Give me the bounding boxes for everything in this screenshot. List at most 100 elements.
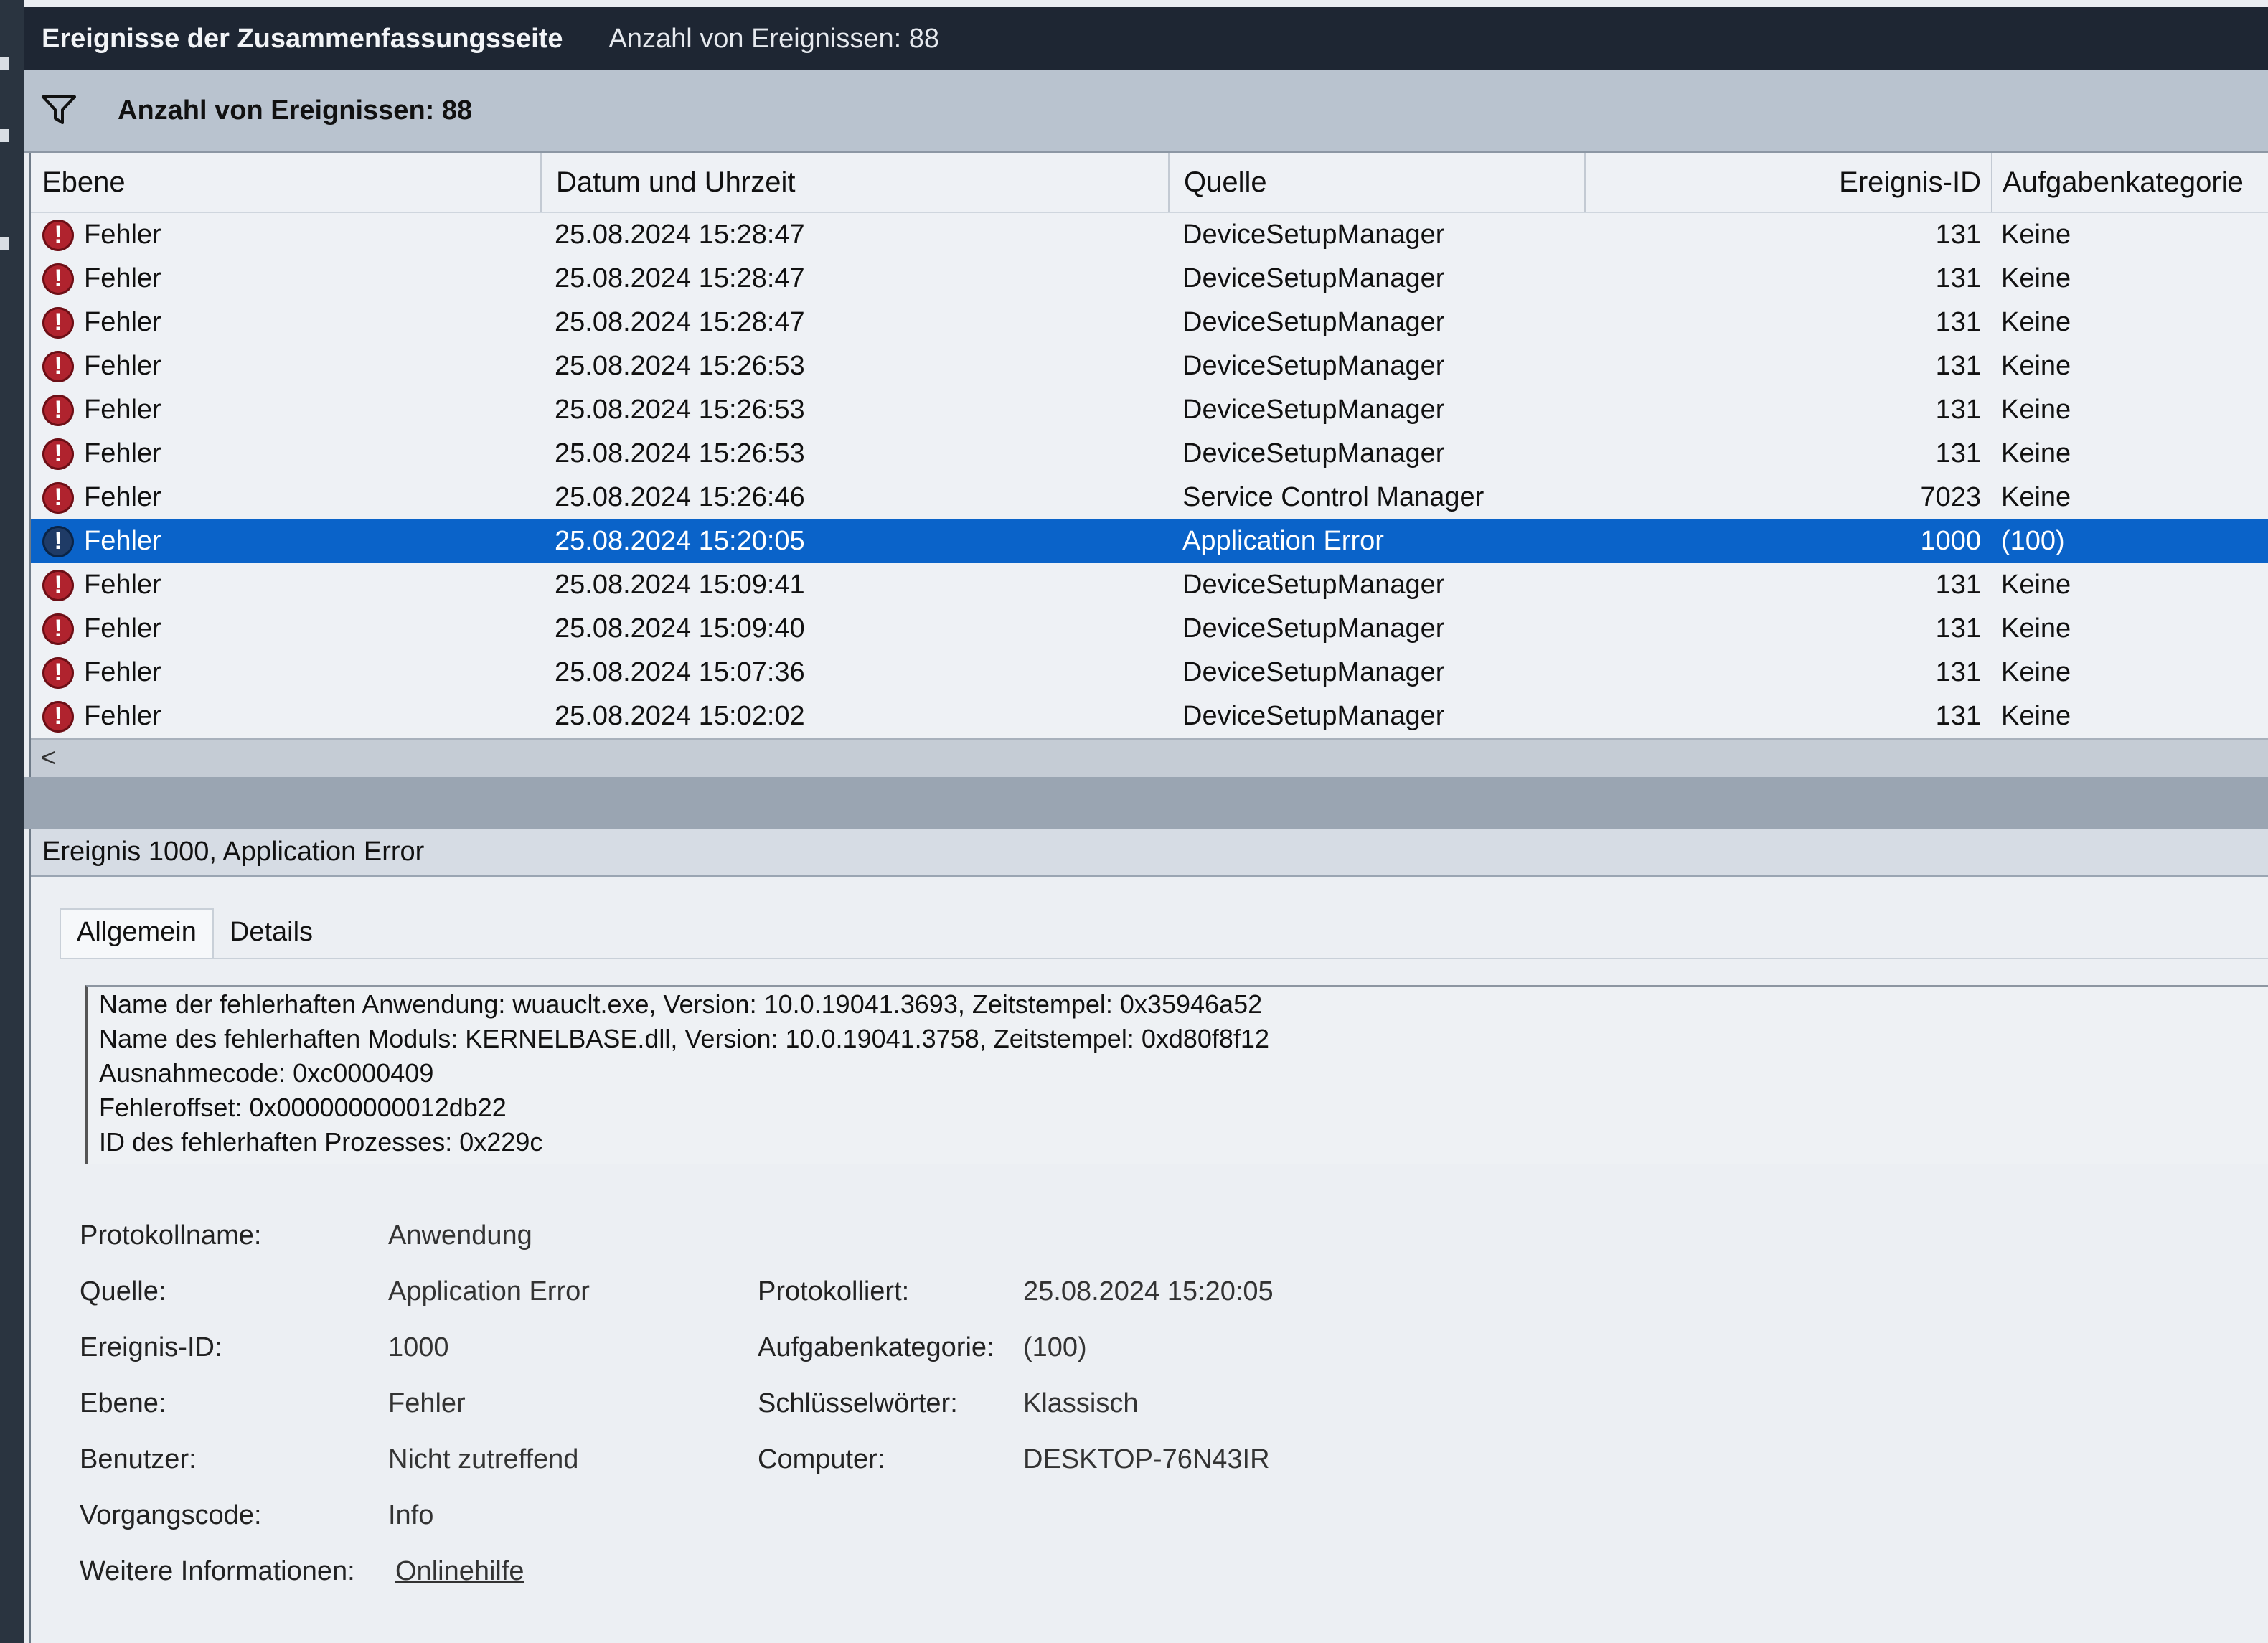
computer-value: DESKTOP-76N43IR bbox=[1023, 1444, 1270, 1474]
error-icon: ! bbox=[42, 219, 74, 251]
cell-date: 25.08.2024 15:20:05 bbox=[555, 526, 805, 556]
table-row[interactable]: ! Fehler 25.08.2024 15:02:02 DeviceSetupMan… bbox=[31, 695, 2268, 738]
event-message-box[interactable]: Name der fehlerhaften Anwendung: wuauclt… bbox=[85, 985, 2268, 1164]
message-line: Name des fehlerhaften Moduls: KERNELBASE… bbox=[99, 1024, 1269, 1053]
cell-task-category: Keine bbox=[2001, 220, 2071, 250]
table-row[interactable]: ! Fehler 25.08.2024 15:26:53 DeviceSetupMan… bbox=[31, 388, 2268, 432]
cell-level: ! Fehler bbox=[42, 563, 161, 607]
quelle-label: Quelle: bbox=[80, 1276, 166, 1307]
level-text: Fehler bbox=[84, 220, 161, 250]
window-event-count: Anzahl von Ereignissen: 88 bbox=[608, 23, 940, 54]
tab-details[interactable]: Details bbox=[214, 910, 329, 958]
cell-event-id: 131 bbox=[1935, 263, 1981, 293]
table-row[interactable]: ! Fehler 25.08.2024 15:09:41 DeviceSetupMan… bbox=[31, 563, 2268, 607]
events-table: Ebene Datum und Uhrzeit Quelle Ereignis-… bbox=[29, 153, 2268, 777]
level-text: Fehler bbox=[84, 482, 161, 512]
level-text: Fehler bbox=[84, 526, 161, 556]
horizontal-scrollbar[interactable]: < bbox=[31, 738, 2268, 777]
cell-event-id: 131 bbox=[1935, 351, 1981, 381]
online-help-link[interactable]: Onlinehilfe bbox=[395, 1556, 524, 1587]
schluesselwoerter-value: Klassisch bbox=[1023, 1388, 1139, 1418]
cell-source: DeviceSetupManager bbox=[1182, 657, 1445, 687]
filter-icon[interactable] bbox=[37, 89, 80, 132]
event-properties: Protokollname: Anwendung Quelle: Applica… bbox=[80, 1209, 1515, 1601]
cell-event-id: 1000 bbox=[1920, 526, 1981, 556]
error-icon: ! bbox=[42, 700, 74, 733]
cell-source: DeviceSetupManager bbox=[1182, 438, 1445, 469]
cell-task-category: Keine bbox=[2001, 395, 2071, 425]
ereignis-id-value: 1000 bbox=[388, 1332, 449, 1362]
cell-source: DeviceSetupManager bbox=[1182, 220, 1445, 250]
cell-date: 25.08.2024 15:28:47 bbox=[555, 220, 805, 250]
prop-row-weitere-informationen: Weitere Informationen: Onlinehilfe bbox=[80, 1545, 1515, 1601]
table-row[interactable]: ! Fehler 25.08.2024 15:26:53 DeviceSetupMan… bbox=[31, 432, 2268, 476]
column-header-source[interactable]: Quelle bbox=[1168, 153, 1600, 212]
cell-task-category: Keine bbox=[2001, 613, 2071, 644]
computer-label: Computer: bbox=[758, 1444, 885, 1474]
cell-level: ! Fehler bbox=[42, 695, 161, 738]
ebene-value: Fehler bbox=[388, 1388, 466, 1418]
protokollname-label: Protokollname: bbox=[80, 1220, 262, 1251]
level-text: Fehler bbox=[84, 438, 161, 469]
cell-source: DeviceSetupManager bbox=[1182, 307, 1445, 337]
cell-date: 25.08.2024 15:28:47 bbox=[555, 307, 805, 337]
table-row[interactable]: ! Fehler 25.08.2024 15:28:47 DeviceSetupMan… bbox=[31, 257, 2268, 301]
title-bar: Ereignisse der Zusammenfassungsseite Anz… bbox=[24, 7, 2268, 70]
message-line: Ausnahmecode: 0xc0000409 bbox=[99, 1058, 434, 1088]
detail-tabs: Allgemein Details bbox=[60, 900, 329, 958]
cell-source: DeviceSetupManager bbox=[1182, 701, 1445, 731]
tab-allgemein[interactable]: Allgemein bbox=[60, 908, 214, 958]
prop-row-ebene: Ebene: Fehler Schlüsselwörter: Klassisch bbox=[80, 1377, 1515, 1433]
edge-marker bbox=[0, 57, 9, 70]
table-row[interactable]: ! Fehler 25.08.2024 15:20:05 Application Er… bbox=[31, 519, 2268, 563]
cell-level: ! Fehler bbox=[42, 301, 161, 344]
cell-date: 25.08.2024 15:26:53 bbox=[555, 438, 805, 469]
error-icon: ! bbox=[42, 350, 74, 382]
cell-event-id: 131 bbox=[1935, 395, 1981, 425]
filter-bar: Anzahl von Ereignissen: 88 bbox=[24, 70, 2268, 153]
table-row[interactable]: ! Fehler 25.08.2024 15:09:40 DeviceSetupMan… bbox=[31, 607, 2268, 651]
cell-event-id: 131 bbox=[1935, 220, 1981, 250]
detail-header: Ereignis 1000, Application Error bbox=[31, 829, 2268, 877]
vorgangscode-label: Vorgangscode: bbox=[80, 1500, 262, 1530]
cell-date: 25.08.2024 15:26:53 bbox=[555, 351, 805, 381]
error-icon: ! bbox=[42, 525, 74, 557]
cell-level: ! Fehler bbox=[42, 344, 161, 388]
column-header-task-category[interactable]: Aufgabenkategorie bbox=[1991, 153, 2268, 212]
cell-date: 25.08.2024 15:26:46 bbox=[555, 482, 805, 512]
column-header-date[interactable]: Datum und Uhrzeit bbox=[540, 153, 1187, 212]
error-icon: ! bbox=[42, 613, 74, 645]
protokolliert-value: 25.08.2024 15:20:05 bbox=[1023, 1276, 1274, 1307]
pane-splitter[interactable] bbox=[24, 777, 2268, 829]
cell-source: DeviceSetupManager bbox=[1182, 263, 1445, 293]
weitere-informationen-label: Weitere Informationen: bbox=[80, 1556, 355, 1586]
table-row[interactable]: ! Fehler 25.08.2024 15:28:47 DeviceSetupMan… bbox=[31, 213, 2268, 257]
cell-event-id: 131 bbox=[1935, 307, 1981, 337]
table-row[interactable]: ! Fehler 25.08.2024 15:26:46 Service Contro… bbox=[31, 476, 2268, 519]
cell-level: ! Fehler bbox=[42, 213, 161, 257]
prop-row-quelle: Quelle: Application Error Protokolliert:… bbox=[80, 1265, 1515, 1321]
cell-task-category: (100) bbox=[2001, 526, 2065, 556]
cell-level: ! Fehler bbox=[42, 519, 161, 563]
cell-source: DeviceSetupManager bbox=[1182, 395, 1445, 425]
event-viewer-window: Ereignisse der Zusammenfassungsseite Anz… bbox=[24, 0, 2268, 1643]
level-text: Fehler bbox=[84, 307, 161, 337]
cell-source: Application Error bbox=[1182, 526, 1384, 556]
column-header-level[interactable]: Ebene bbox=[42, 153, 545, 212]
column-header-event-id[interactable]: Ereignis-ID bbox=[1584, 153, 1991, 212]
prop-row-benutzer: Benutzer: Nicht zutreffend Computer: DES… bbox=[80, 1433, 1515, 1489]
error-icon: ! bbox=[42, 263, 74, 295]
cell-date: 25.08.2024 15:07:36 bbox=[555, 657, 805, 687]
table-row[interactable]: ! Fehler 25.08.2024 15:07:36 DeviceSetupMan… bbox=[31, 651, 2268, 695]
cell-date: 25.08.2024 15:09:41 bbox=[555, 570, 805, 600]
scroll-left-icon[interactable]: < bbox=[41, 743, 56, 773]
aufgabenkategorie-label: Aufgabenkategorie: bbox=[758, 1332, 994, 1362]
cell-task-category: Keine bbox=[2001, 307, 2071, 337]
cell-event-id: 131 bbox=[1935, 701, 1981, 731]
error-icon: ! bbox=[42, 438, 74, 470]
table-row[interactable]: ! Fehler 25.08.2024 15:26:53 DeviceSetupMan… bbox=[31, 344, 2268, 388]
table-row[interactable]: ! Fehler 25.08.2024 15:28:47 DeviceSetupMan… bbox=[31, 301, 2268, 344]
table-header: Ebene Datum und Uhrzeit Quelle Ereignis-… bbox=[31, 153, 2268, 213]
event-detail-pane: Ereignis 1000, Application Error Allgeme… bbox=[29, 829, 2268, 1643]
edge-marker bbox=[0, 237, 9, 250]
